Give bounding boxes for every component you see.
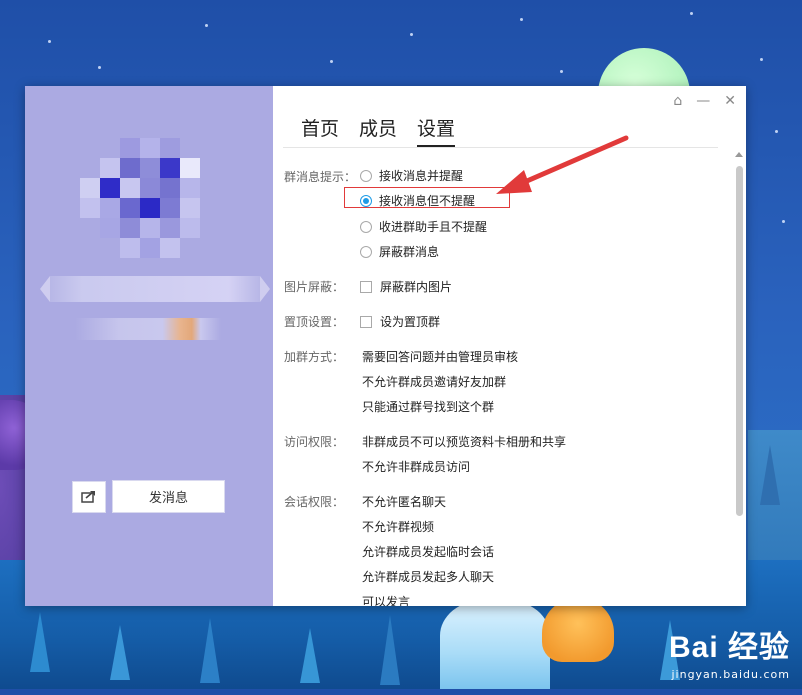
option-block-images[interactable]: 屏蔽群内图片	[360, 278, 452, 295]
group-settings-window: 发消息 ⌂ — ✕ 首页 成员 设置 群消息提示： 接收消息并提醒 接收消息但不…	[25, 86, 746, 606]
tab-home[interactable]: 首页	[301, 114, 339, 147]
option-label: 屏蔽群内图片	[380, 280, 453, 294]
star	[782, 220, 785, 223]
session-line: 允许群成员发起多人聊天	[362, 570, 495, 584]
leaf	[760, 445, 780, 505]
leaf	[380, 615, 400, 685]
option-label: 设为置顶群	[380, 315, 441, 329]
group-message-label: 群消息提示：	[284, 170, 357, 184]
scroll-thumb[interactable]	[736, 166, 743, 516]
session-line: 允许群成员发起临时会话	[362, 545, 495, 559]
fox-character	[542, 598, 614, 662]
option-label: 屏蔽群消息	[379, 245, 440, 259]
image-block-label: 图片屏蔽：	[284, 280, 345, 294]
minimize-icon[interactable]: —	[696, 94, 710, 108]
join-line: 需要回答问题并由管理员审核	[362, 350, 519, 364]
option-group-assistant[interactable]: 收进群助手且不提醒	[360, 218, 487, 235]
annotation-arrow	[496, 135, 629, 194]
star	[520, 18, 523, 21]
radio-group-assistant[interactable]	[360, 220, 372, 233]
access-line: 不允许非群成员访问	[362, 460, 471, 474]
star	[410, 33, 413, 36]
option-label: 收进群助手且不提醒	[379, 220, 488, 234]
watermark-logo: Bai 经验	[668, 631, 790, 664]
star	[98, 66, 101, 69]
send-message-button[interactable]: 发消息	[112, 480, 225, 513]
checkbox-pin-group[interactable]	[360, 315, 372, 328]
join-line: 只能通过群号找到这个群	[362, 400, 495, 414]
watermark: Bai 经验 jingyan.baidu.com	[669, 622, 790, 681]
option-pin-group[interactable]: 设为置顶群	[360, 313, 440, 330]
group-id-blurred	[75, 318, 221, 340]
star	[690, 12, 693, 15]
option-label: 接收消息并提醒	[379, 169, 464, 183]
group-name-blurred	[40, 276, 270, 302]
share-icon	[81, 488, 97, 507]
tab-settings[interactable]: 设置	[417, 114, 456, 147]
join-line: 不允许群成员邀请好友加群	[362, 375, 507, 389]
skin-icon[interactable]: ⌂	[673, 94, 682, 108]
avatar	[80, 138, 200, 258]
pin-label: 置顶设置：	[284, 315, 345, 329]
waterfall	[440, 600, 550, 689]
access-line: 非群成员不可以预览资料卡相册和共享	[362, 435, 567, 449]
tab-members[interactable]: 成员	[359, 114, 397, 147]
session-line: 不允许匿名聊天	[362, 495, 447, 509]
settings-content: 群消息提示： 接收消息并提醒 接收消息但不提醒 收进群助手且不提醒 屏蔽群消息 …	[273, 148, 733, 606]
option-receive-and-notify[interactable]: 接收消息并提醒	[360, 167, 463, 184]
share-button[interactable]	[72, 481, 106, 513]
leaf	[300, 628, 320, 683]
scroll-up-icon[interactable]	[735, 152, 743, 157]
star	[775, 130, 778, 133]
leaf	[110, 625, 130, 680]
close-icon[interactable]: ✕	[724, 94, 736, 108]
vertical-scrollbar[interactable]	[733, 148, 746, 596]
session-line: 可以发言	[362, 595, 411, 606]
star	[330, 60, 333, 63]
star	[760, 58, 763, 61]
session-label: 会话权限：	[284, 495, 345, 509]
session-line: 不允许群视频	[362, 520, 435, 534]
star	[560, 70, 563, 73]
leaf	[200, 618, 220, 683]
annotation-highlight-box	[344, 187, 510, 208]
star	[205, 24, 208, 27]
option-block-messages[interactable]: 屏蔽群消息	[360, 243, 439, 260]
radio-receive-and-notify[interactable]	[360, 169, 372, 182]
checkbox-block-images[interactable]	[360, 280, 372, 293]
window-controls: ⌂ — ✕	[673, 94, 736, 108]
tab-bar: 首页 成员 设置	[301, 114, 456, 147]
join-method-label: 加群方式：	[284, 350, 345, 364]
watermark-url: jingyan.baidu.com	[671, 668, 790, 681]
star	[48, 40, 51, 43]
group-profile-panel: 发消息	[25, 86, 273, 606]
radio-block-messages[interactable]	[360, 245, 372, 258]
access-label: 访问权限：	[284, 435, 345, 449]
leaf	[30, 612, 50, 672]
